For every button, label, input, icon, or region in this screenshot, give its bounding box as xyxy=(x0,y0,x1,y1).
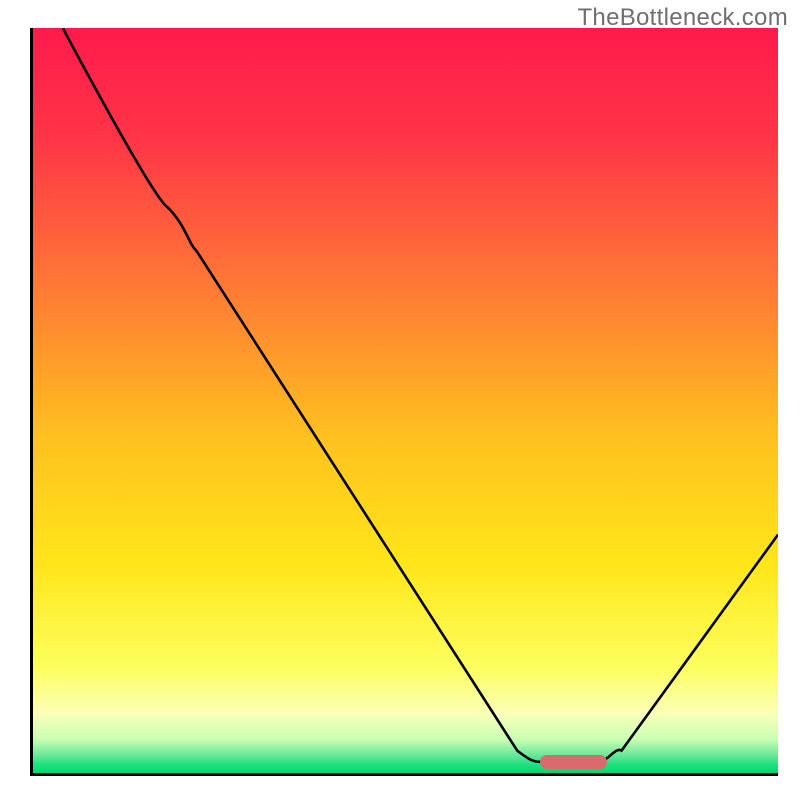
curve-layer xyxy=(33,28,778,773)
watermark-text: TheBottleneck.com xyxy=(577,4,788,32)
plot-area xyxy=(30,28,778,776)
bottleneck-curve-path xyxy=(63,28,778,762)
optimal-marker xyxy=(540,755,607,769)
bottleneck-chart: TheBottleneck.com xyxy=(0,0,800,800)
